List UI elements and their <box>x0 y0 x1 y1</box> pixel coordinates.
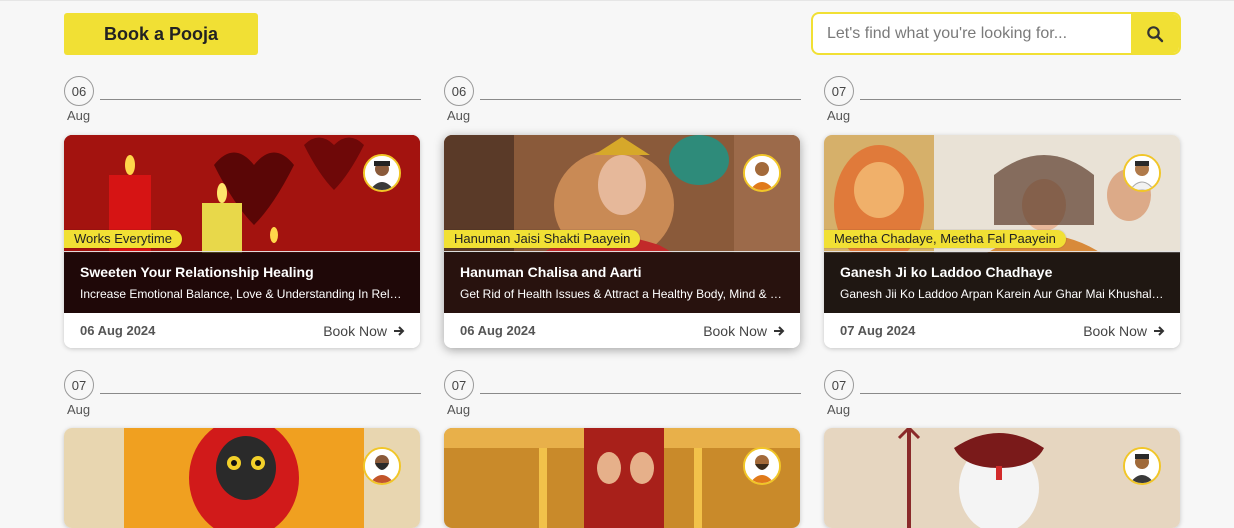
date-month: Aug <box>67 402 91 417</box>
date-divider <box>100 393 421 394</box>
priest-avatar <box>1123 154 1161 192</box>
search-bar <box>811 12 1181 55</box>
book-now-link[interactable]: Book Now <box>703 323 785 339</box>
pooja-card[interactable]: Works Everytime Sweeten Your Relationshi… <box>64 135 420 348</box>
book-now-label: Book Now <box>1083 323 1147 339</box>
card-date: 06 Aug 2024 <box>80 323 156 338</box>
date-day: 07 <box>444 370 474 400</box>
book-now-label: Book Now <box>323 323 387 339</box>
arrow-right-icon <box>774 326 785 336</box>
date-month: Aug <box>447 402 471 417</box>
priest-avatar <box>1123 447 1161 485</box>
date-divider <box>100 99 421 100</box>
date-divider <box>860 99 1181 100</box>
arrow-right-icon <box>394 326 405 336</box>
date-header: 07 Aug <box>824 76 1181 123</box>
card-description: Ganesh Jii Ko Laddoo Arpan Karein Aur Gh… <box>840 287 1165 301</box>
card-overlay <box>64 251 420 314</box>
card-overlay <box>444 251 800 314</box>
card-description: Get Rid of Health Issues & Attract a Hea… <box>460 287 785 301</box>
date-header: 07 Aug <box>64 370 421 417</box>
book-now-link[interactable]: Book Now <box>323 323 405 339</box>
date-day: 07 <box>824 76 854 106</box>
pooja-card[interactable] <box>64 428 420 528</box>
date-divider <box>480 393 801 394</box>
search-icon <box>1147 25 1164 42</box>
pooja-card[interactable]: Hanuman Jaisi Shakti Paayein Hanuman Cha… <box>444 135 800 348</box>
book-now-link[interactable]: Book Now <box>1083 323 1165 339</box>
card-footer: 07 Aug 2024 Book Now <box>824 313 1180 348</box>
priest-avatar <box>743 154 781 192</box>
card-overlay <box>824 251 1180 314</box>
date-day: 06 <box>444 76 474 106</box>
card-tag: Works Everytime <box>64 230 182 248</box>
date-header: 06 Aug <box>64 76 421 123</box>
card-title: Sweeten Your Relationship Healing <box>80 264 314 280</box>
card-title: Hanuman Chalisa and Aarti <box>460 264 642 280</box>
book-now-label: Book Now <box>703 323 767 339</box>
date-divider <box>860 393 1181 394</box>
priest-avatar <box>363 154 401 192</box>
arrow-right-icon <box>1154 326 1165 336</box>
card-date: 07 Aug 2024 <box>840 323 916 338</box>
pooja-card[interactable] <box>444 428 800 528</box>
date-day: 06 <box>64 76 94 106</box>
date-divider <box>480 99 801 100</box>
card-footer: 06 Aug 2024 Book Now <box>64 313 420 348</box>
card-tag: Hanuman Jaisi Shakti Paayein <box>444 230 641 248</box>
date-month: Aug <box>447 108 471 123</box>
card-title: Ganesh Ji ko Laddoo Chadhaye <box>840 264 1053 280</box>
search-button[interactable] <box>1131 14 1179 53</box>
date-header: 07 Aug <box>824 370 1181 417</box>
date-month: Aug <box>67 108 91 123</box>
priest-avatar <box>743 447 781 485</box>
top-divider <box>0 0 1234 1</box>
priest-avatar <box>363 447 401 485</box>
card-tag: Meetha Chadaye, Meetha Fal Paayein <box>824 230 1066 248</box>
book-a-pooja-button[interactable]: Book a Pooja <box>64 13 258 55</box>
date-day: 07 <box>824 370 854 400</box>
card-footer: 06 Aug 2024 Book Now <box>444 313 800 348</box>
date-day: 07 <box>64 370 94 400</box>
date-header: 06 Aug <box>444 76 801 123</box>
date-month: Aug <box>827 402 851 417</box>
date-header: 07 Aug <box>444 370 801 417</box>
date-month: Aug <box>827 108 851 123</box>
pooja-card[interactable]: Meetha Chadaye, Meetha Fal Paayein Ganes… <box>824 135 1180 348</box>
search-input[interactable] <box>813 14 1131 53</box>
card-date: 06 Aug 2024 <box>460 323 536 338</box>
card-description: Increase Emotional Balance, Love & Under… <box>80 287 405 301</box>
pooja-card[interactable] <box>824 428 1180 528</box>
